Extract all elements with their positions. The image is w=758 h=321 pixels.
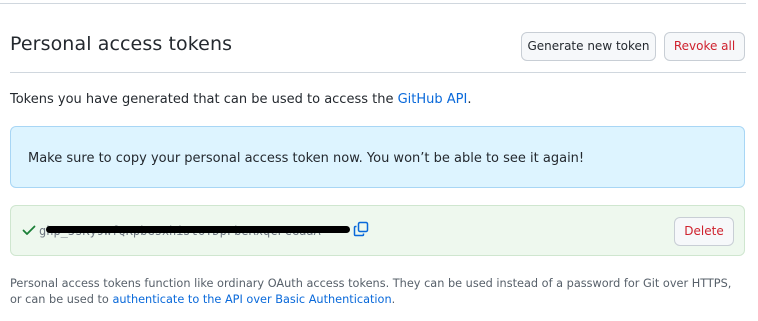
basic-auth-link[interactable]: authenticate to the API over Basic Authe… bbox=[112, 293, 391, 306]
check-icon bbox=[22, 225, 36, 235]
token-redaction-mark bbox=[46, 226, 350, 233]
intro-text-suffix: . bbox=[467, 92, 472, 107]
copy-icon[interactable] bbox=[352, 220, 370, 238]
page-title: Personal access tokens bbox=[10, 33, 233, 55]
copy-token-notice: Make sure to copy your personal access t… bbox=[10, 126, 745, 188]
intro-text-body: Tokens you have generated that can be us… bbox=[10, 92, 398, 107]
title-divider bbox=[10, 72, 746, 73]
footer-note-suffix: . bbox=[391, 293, 396, 306]
new-token-row: ghp_5sKy9WfQKpbGsxhiJtoYDpFbeRxqCFCGaaA … bbox=[10, 205, 745, 256]
revoke-all-button[interactable]: Revoke all bbox=[664, 32, 745, 61]
github-api-link[interactable]: GitHub API bbox=[398, 92, 468, 107]
copy-token-notice-message: Make sure to copy your personal access t… bbox=[28, 151, 585, 166]
delete-token-button[interactable]: Delete bbox=[674, 217, 734, 246]
personal-access-tokens-page: Personal access tokens Generate new toke… bbox=[0, 0, 758, 321]
intro-text: Tokens you have generated that can be us… bbox=[10, 92, 472, 107]
footer-note: Personal access tokens function like ord… bbox=[10, 276, 746, 308]
top-divider bbox=[0, 3, 746, 4]
generate-new-token-button[interactable]: Generate new token bbox=[521, 32, 656, 61]
